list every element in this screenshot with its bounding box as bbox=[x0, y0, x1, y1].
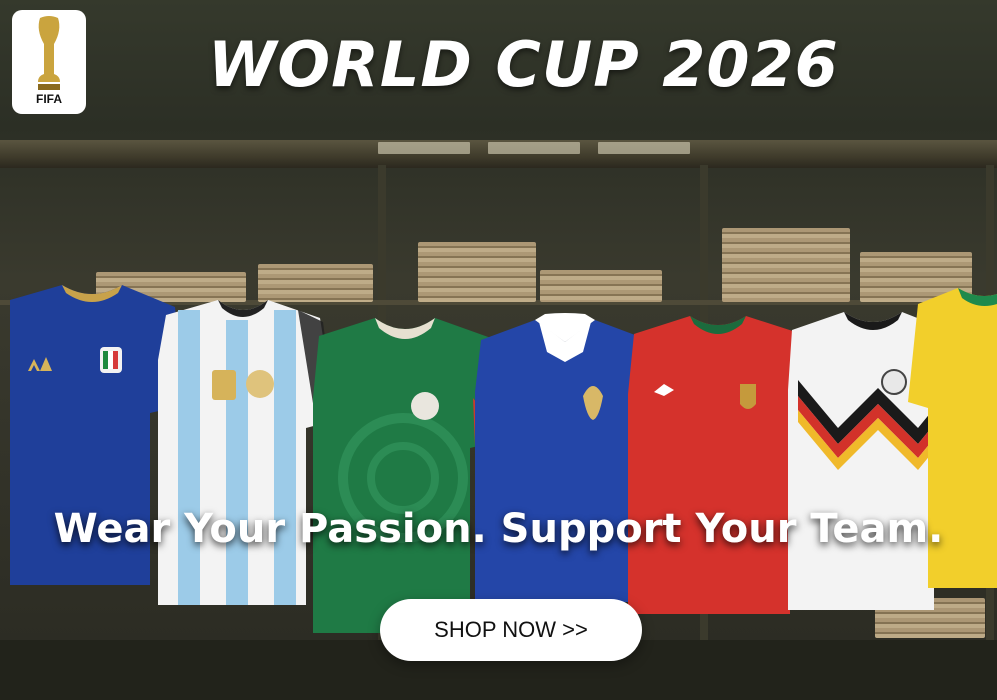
shelf-light bbox=[378, 142, 470, 154]
fifa-world-cup-26-logo: FIFA bbox=[12, 10, 86, 114]
shelf-light bbox=[488, 142, 580, 154]
logo-fifa-text: FIFA bbox=[36, 92, 62, 106]
shelf-light bbox=[598, 142, 690, 154]
paper-stack bbox=[258, 264, 373, 302]
paper-stack bbox=[418, 242, 536, 302]
hero-banner: FIFA WORLD CUP 2026 Wear Your Passion. S… bbox=[0, 0, 997, 700]
paper-stack bbox=[540, 270, 662, 302]
banner-tagline: Wear Your Passion. Support Your Team. bbox=[53, 506, 944, 552]
paper-stack bbox=[722, 228, 850, 302]
shop-now-button[interactable]: SHOP NOW >> bbox=[380, 599, 642, 661]
page-title: WORLD CUP 2026 bbox=[208, 28, 839, 101]
